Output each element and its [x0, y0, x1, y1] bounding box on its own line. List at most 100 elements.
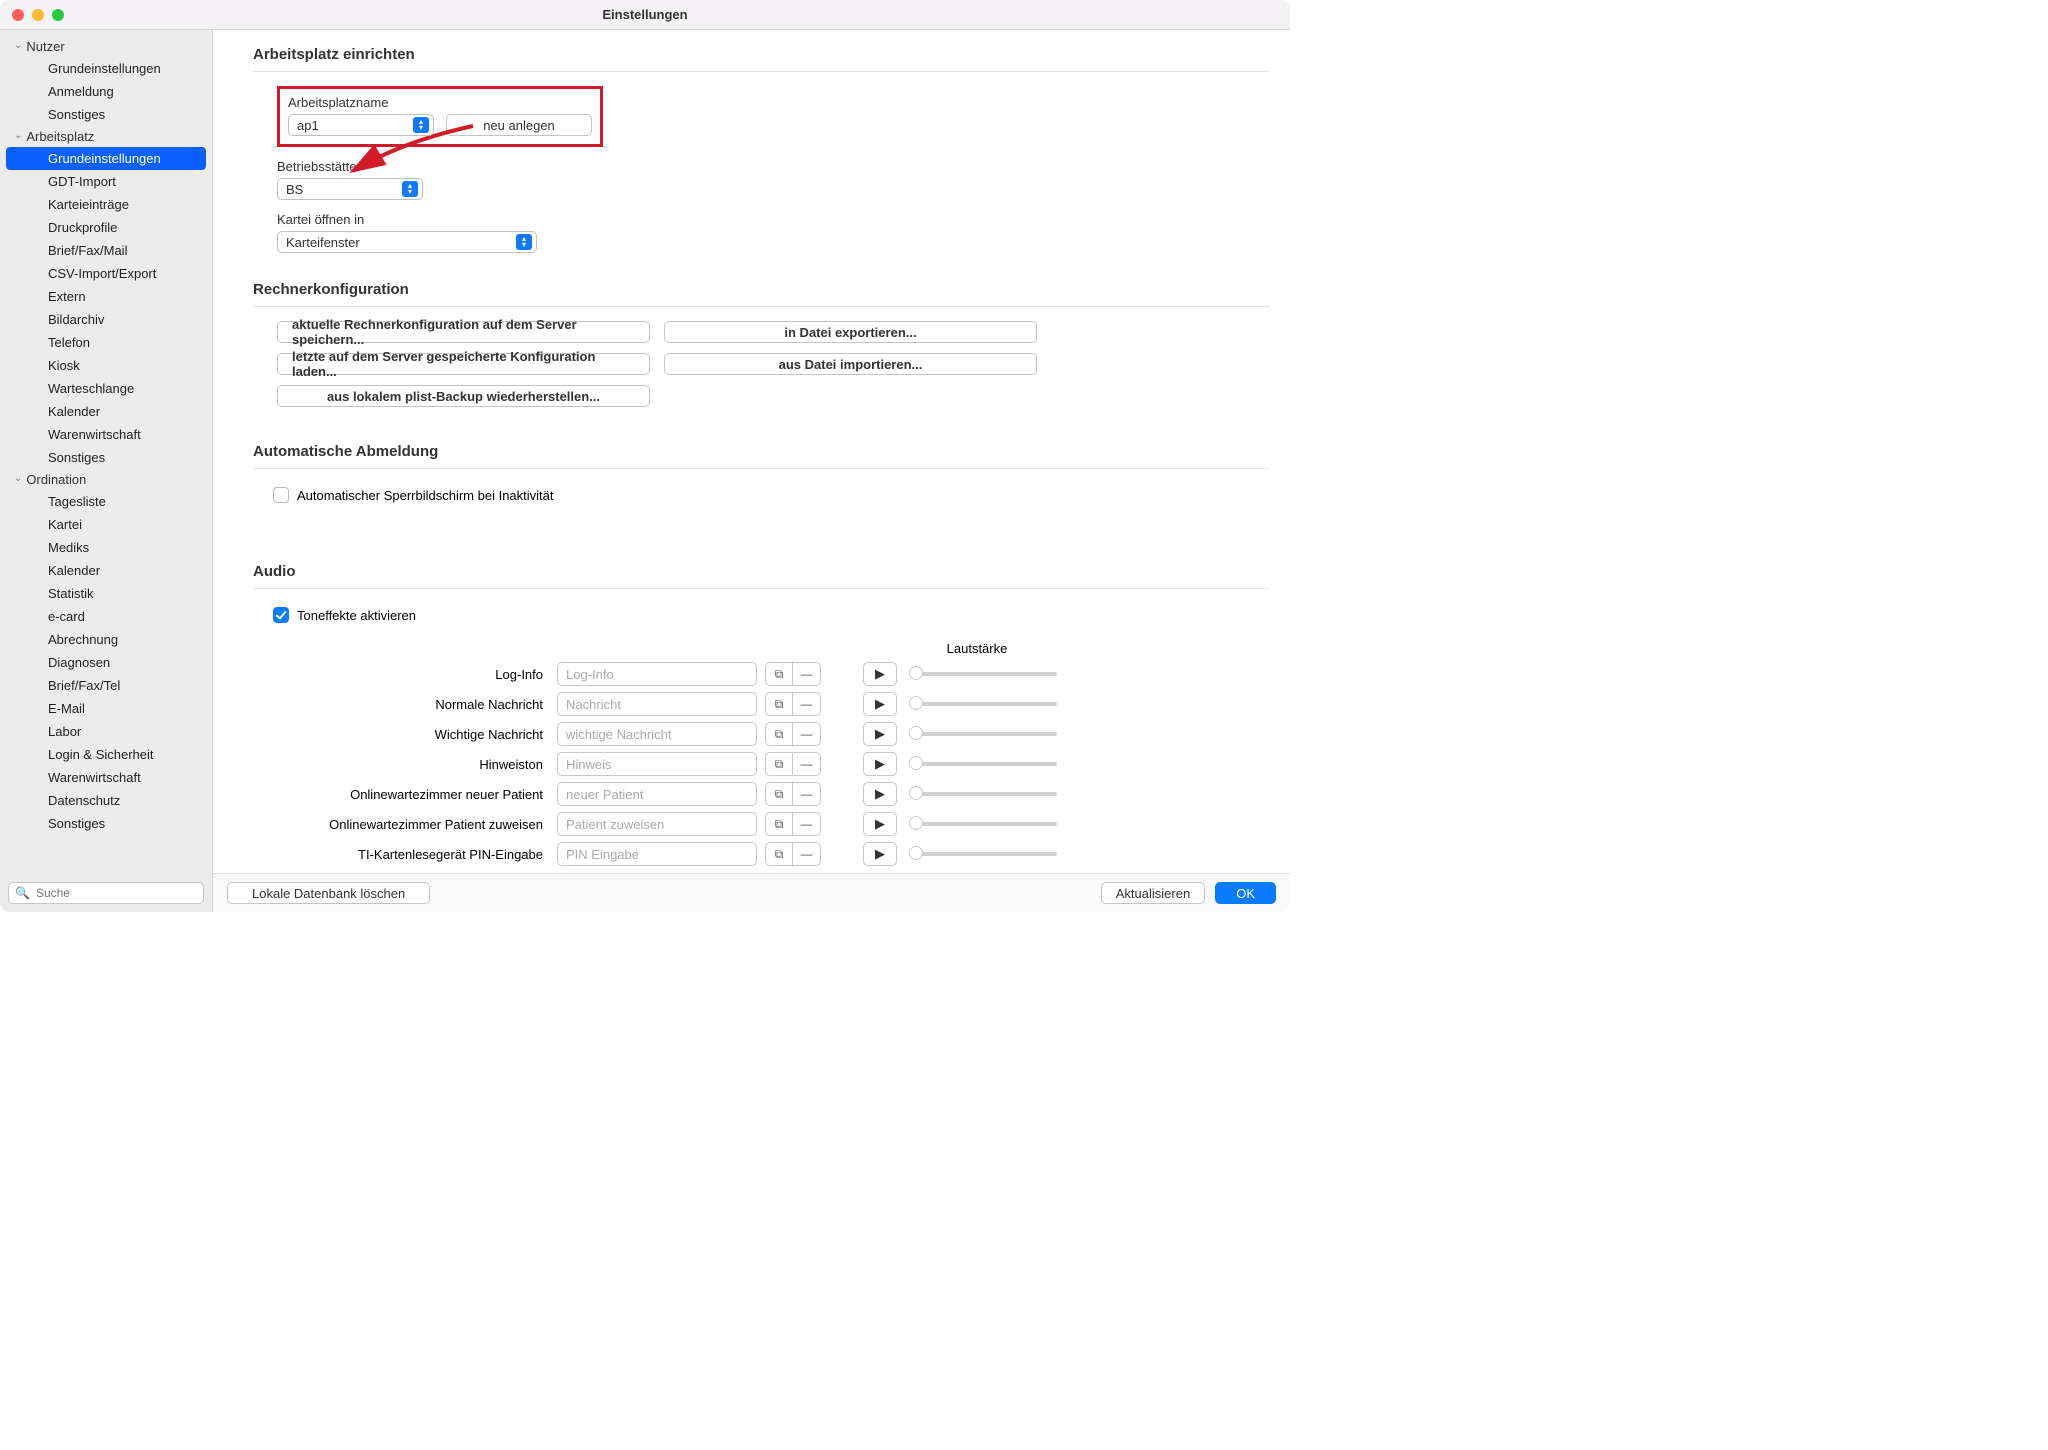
sidebar-item-diagnosen[interactable]: Diagnosen — [6, 651, 206, 674]
open-in-select[interactable]: Karteifenster ▴▾ — [277, 231, 537, 253]
sidebar-item-mediks[interactable]: Mediks — [6, 536, 206, 559]
search-icon: 🔍 — [15, 886, 30, 900]
sidebar-group-ordination[interactable]: ⌄ Ordination — [0, 469, 212, 490]
sidebar-item-statistik[interactable]: Statistik — [6, 582, 206, 605]
sidebar-item-tagesliste[interactable]: Tagesliste — [6, 490, 206, 513]
sidebar-item-brief-fax-tel[interactable]: Brief/Fax/Tel — [6, 674, 206, 697]
slider-thumb[interactable] — [909, 786, 923, 800]
sidebar-item-warenwirtschaft[interactable]: Warenwirtschaft — [6, 423, 206, 446]
play-sound-button[interactable]: ▶ — [863, 752, 897, 776]
sidebar-item-brief-fax-mail[interactable]: Brief/Fax/Mail — [6, 239, 206, 262]
sidebar-item-login-sicherheit[interactable]: Login & Sicherheit — [6, 743, 206, 766]
export-config-file-button[interactable]: in Datei exportieren... — [664, 321, 1037, 343]
pick-sound-button[interactable]: ⧉ — [765, 692, 793, 716]
audio-sound-input[interactable]: Log-Info — [557, 662, 757, 686]
pick-sound-button[interactable]: ⧉ — [765, 662, 793, 686]
clear-sound-button[interactable]: — — [793, 722, 821, 746]
clear-sound-button[interactable]: — — [793, 782, 821, 806]
site-select[interactable]: BS ▴▾ — [277, 178, 423, 200]
volume-slider[interactable] — [909, 852, 1057, 856]
clear-sound-button[interactable]: — — [793, 752, 821, 776]
pick-sound-button[interactable]: ⧉ — [765, 812, 793, 836]
sidebar-item-e-card[interactable]: e-card — [6, 605, 206, 628]
audio-sound-input[interactable]: Hinweis — [557, 752, 757, 776]
slider-thumb[interactable] — [909, 696, 923, 710]
play-sound-button[interactable]: ▶ — [863, 782, 897, 806]
import-config-file-button[interactable]: aus Datei importieren... — [664, 353, 1037, 375]
ok-button[interactable]: OK — [1215, 882, 1276, 904]
sidebar-item-anmeldung[interactable]: Anmeldung — [6, 80, 206, 103]
volume-slider[interactable] — [909, 672, 1057, 676]
clear-sound-button[interactable]: — — [793, 662, 821, 686]
play-sound-button[interactable]: ▶ — [863, 842, 897, 866]
sidebar-item-abrechnung[interactable]: Abrechnung — [6, 628, 206, 651]
save-config-server-button[interactable]: aktuelle Rechnerkonfiguration auf dem Se… — [277, 321, 650, 343]
sidebar-item-kalender[interactable]: Kalender — [6, 559, 206, 582]
sidebar-item-sonstiges[interactable]: Sonstiges — [6, 812, 206, 835]
sidebar-item-labor[interactable]: Labor — [6, 720, 206, 743]
chevron-up-down-icon: ▴▾ — [516, 234, 532, 250]
sidebar-group-nutzer[interactable]: ⌄Nutzer — [0, 36, 212, 57]
play-sound-button[interactable]: ▶ — [863, 662, 897, 686]
sidebar-item-telefon[interactable]: Telefon — [6, 331, 206, 354]
enable-sounds-checkbox[interactable] — [273, 607, 289, 623]
search-input[interactable]: 🔍 — [8, 882, 204, 904]
audio-row: Onlinewartezimmer neuer Patientneuer Pat… — [277, 782, 1270, 806]
audio-row-label: Wichtige Nachricht — [277, 727, 557, 742]
clear-sound-button[interactable]: — — [793, 812, 821, 836]
slider-thumb[interactable] — [909, 756, 923, 770]
play-sound-button[interactable]: ▶ — [863, 722, 897, 746]
sidebar-item-warteschlange[interactable]: Warteschlange — [6, 377, 206, 400]
audio-sound-input[interactable]: Nachricht — [557, 692, 757, 716]
clear-sound-button[interactable]: — — [793, 842, 821, 866]
delete-local-db-button[interactable]: Lokale Datenbank löschen — [227, 882, 430, 904]
pick-sound-button[interactable]: ⧉ — [765, 842, 793, 866]
sidebar-item-grundeinstellungen[interactable]: Grundeinstellungen — [6, 57, 206, 80]
restore-plist-button[interactable]: aus lokalem plist-Backup wiederherstelle… — [277, 385, 650, 407]
sidebar-group-arbeitsplatz[interactable]: ⌄Arbeitsplatz — [0, 126, 212, 147]
auto-lock-checkbox[interactable] — [273, 487, 289, 503]
play-sound-button[interactable]: ▶ — [863, 692, 897, 716]
sidebar-item-druckprofile[interactable]: Druckprofile — [6, 216, 206, 239]
slider-thumb[interactable] — [909, 846, 923, 860]
sidebar-item-kartei[interactable]: Kartei — [6, 513, 206, 536]
sidebar-item-grundeinstellungen[interactable]: Grundeinstellungen — [6, 147, 206, 170]
audio-sound-input[interactable]: wichtige Nachricht — [557, 722, 757, 746]
load-config-server-button[interactable]: letzte auf dem Server gespeicherte Konfi… — [277, 353, 650, 375]
section-title-logout: Automatische Abmeldung — [253, 427, 1270, 466]
volume-slider[interactable] — [909, 732, 1057, 736]
audio-row-label: TI-Kartenlesegerät PIN-Eingabe — [277, 847, 557, 862]
sidebar-item-csv-import-export[interactable]: CSV-Import/Export — [6, 262, 206, 285]
audio-sound-input[interactable]: Patient zuweisen — [557, 812, 757, 836]
pick-sound-button[interactable]: ⧉ — [765, 722, 793, 746]
volume-slider[interactable] — [909, 702, 1057, 706]
sidebar-item-e-mail[interactable]: E-Mail — [6, 697, 206, 720]
sidebar-item-karteieintr-ge[interactable]: Karteieinträge — [6, 193, 206, 216]
slider-thumb[interactable] — [909, 816, 923, 830]
audio-sound-input[interactable]: PIN Eingabe — [557, 842, 757, 866]
chevron-down-icon: ⌄ — [14, 473, 22, 484]
volume-slider[interactable] — [909, 822, 1057, 826]
sidebar-item-warenwirtschaft[interactable]: Warenwirtschaft — [6, 766, 206, 789]
pick-sound-button[interactable]: ⧉ — [765, 752, 793, 776]
volume-slider[interactable] — [909, 762, 1057, 766]
volume-slider[interactable] — [909, 792, 1057, 796]
volume-header: Lautstärke — [897, 641, 1057, 662]
workplace-name-select[interactable]: ap1 ▴▾ — [288, 114, 434, 136]
sidebar-item-kiosk[interactable]: Kiosk — [6, 354, 206, 377]
sidebar-item-sonstiges[interactable]: Sonstiges — [6, 446, 206, 469]
sidebar-item-kalender[interactable]: Kalender — [6, 400, 206, 423]
sidebar-item-gdt-import[interactable]: GDT-Import — [6, 170, 206, 193]
play-sound-button[interactable]: ▶ — [863, 812, 897, 836]
slider-thumb[interactable] — [909, 726, 923, 740]
clear-sound-button[interactable]: — — [793, 692, 821, 716]
audio-sound-input[interactable]: neuer Patient — [557, 782, 757, 806]
sidebar-item-bildarchiv[interactable]: Bildarchiv — [6, 308, 206, 331]
pick-sound-button[interactable]: ⧉ — [765, 782, 793, 806]
slider-thumb[interactable] — [909, 666, 923, 680]
sidebar-item-extern[interactable]: Extern — [6, 285, 206, 308]
sidebar-item-datenschutz[interactable]: Datenschutz — [6, 789, 206, 812]
sidebar-item-sonstiges[interactable]: Sonstiges — [6, 103, 206, 126]
sidebar-group-label: Ordination — [26, 472, 86, 487]
refresh-button[interactable]: Aktualisieren — [1101, 882, 1205, 904]
